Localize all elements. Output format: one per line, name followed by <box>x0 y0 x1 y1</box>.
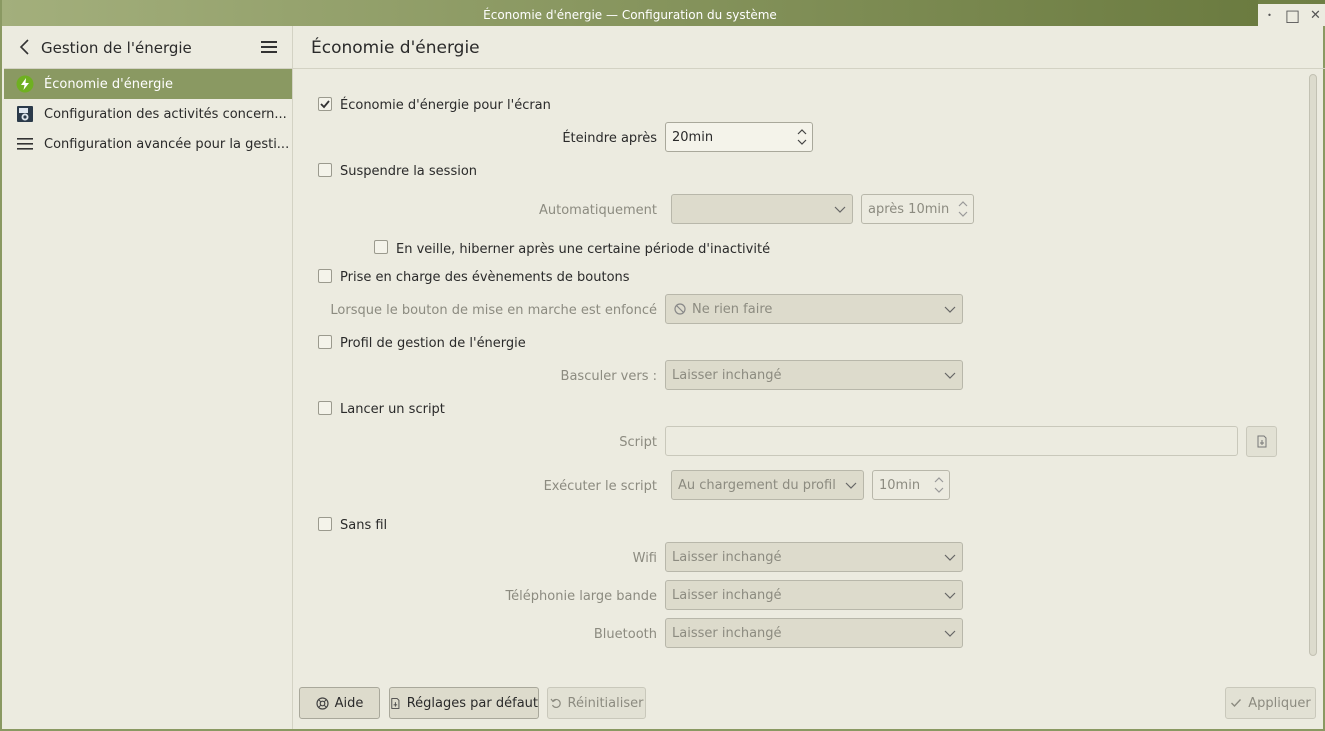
bluetooth-combo[interactable]: Laisser inchangé <box>665 618 963 648</box>
spin-arrows-icon[interactable] <box>957 198 969 220</box>
auto-combo[interactable] <box>671 194 853 224</box>
run-script-combo[interactable]: Au chargement du profil <box>671 470 864 500</box>
minimize-button[interactable]: • <box>1261 6 1279 24</box>
maximize-button[interactable]: □ <box>1284 6 1302 25</box>
run-script-label: Exécuter le script <box>543 479 657 494</box>
bluetooth-label: Bluetooth <box>593 627 657 642</box>
chevron-down-icon <box>944 630 956 637</box>
reset-button[interactable]: Réinitialiser <box>547 687 646 719</box>
sidebar-item-advanced[interactable]: Configuration avancée pour la gesti... <box>4 129 292 159</box>
switch-to-label: Basculer vers : <box>560 369 657 384</box>
activities-icon <box>17 106 33 122</box>
chevron-down-icon <box>944 306 956 313</box>
spin-arrows-icon[interactable] <box>796 126 808 148</box>
sidebar-item-label: Configuration avancée pour la gesti... <box>44 137 290 152</box>
off-after-value: 20min <box>672 130 714 145</box>
apply-button[interactable]: Appliquer <box>1225 687 1316 719</box>
script-path-input[interactable] <box>665 426 1238 456</box>
sidebar-item-activities[interactable]: Configuration des activités concern... <box>4 99 292 129</box>
sidebar: Gestion de l'énergie Économie d'énergie … <box>4 26 293 729</box>
close-button[interactable]: ✕ <box>1307 6 1325 24</box>
power-button-label: Lorsque le bouton de mise en marche est … <box>330 303 657 318</box>
profile-checkbox[interactable] <box>318 335 332 349</box>
wifi-value: Laisser inchangé <box>672 550 782 565</box>
check-icon <box>1231 699 1242 708</box>
suspend-after-spinbox[interactable]: après 10min <box>861 194 974 224</box>
chevron-down-icon <box>944 592 956 599</box>
page-title: Économie d'énergie <box>311 38 480 58</box>
suspend-label: Suspendre la session <box>340 164 478 179</box>
chevron-down-icon <box>944 554 956 561</box>
undo-icon <box>550 698 561 709</box>
check-icon <box>320 100 330 109</box>
hibernate-checkbox[interactable] <box>374 240 388 254</box>
chevron-down-icon <box>834 206 846 213</box>
mobile-broadband-label: Téléphonie large bande <box>505 589 657 604</box>
no-action-icon <box>674 303 686 315</box>
suspend-after-value: après 10min <box>868 202 950 217</box>
hibernate-label: En veille, hiberner après une certaine p… <box>396 242 771 257</box>
window: Économie d'énergie — Configuration du sy… <box>0 0 1325 731</box>
mobile-broadband-value: Laisser inchangé <box>672 588 782 603</box>
open-file-icon <box>1257 435 1266 448</box>
script-path-label: Script <box>619 435 657 450</box>
bluetooth-value: Laisser inchangé <box>672 626 782 641</box>
defaults-button[interactable]: Réglages par défaut <box>389 687 539 719</box>
button-events-checkbox[interactable] <box>318 269 332 283</box>
sidebar-header: Gestion de l'énergie <box>4 26 292 69</box>
power-button-value: Ne rien faire <box>692 302 773 317</box>
title-bar: Économie d'énergie — Configuration du sy… <box>2 0 1325 26</box>
run-after-value: 10min <box>879 478 921 493</box>
wireless-checkbox[interactable] <box>318 517 332 531</box>
spin-arrows-icon[interactable] <box>933 474 945 496</box>
off-after-label: Éteindre après <box>562 131 657 146</box>
reset-label: Réinitialiser <box>567 695 644 711</box>
help-button[interactable]: Aide <box>299 687 380 719</box>
power-button-combo[interactable]: Ne rien faire <box>665 294 963 324</box>
help-label: Aide <box>334 695 364 711</box>
switch-to-value: Laisser inchangé <box>672 368 782 383</box>
wifi-combo[interactable]: Laisser inchangé <box>665 542 963 572</box>
wireless-label: Sans fil <box>340 518 388 533</box>
document-icon <box>391 697 400 709</box>
screen-saving-checkbox[interactable] <box>318 97 332 111</box>
list-icon <box>17 138 33 150</box>
wifi-label: Wifi <box>632 551 657 566</box>
suspend-checkbox[interactable] <box>318 163 332 177</box>
window-title: Économie d'énergie — Configuration du sy… <box>483 8 777 22</box>
chevron-left-icon[interactable] <box>16 38 34 56</box>
profile-label: Profil de gestion de l'énergie <box>340 336 526 351</box>
vertical-scrollbar[interactable] <box>1309 74 1317 656</box>
screen-saving-label: Économie d'énergie pour l'écran <box>340 98 551 113</box>
sidebar-title: Gestion de l'énergie <box>41 39 192 57</box>
chevron-down-icon <box>944 372 956 379</box>
main-panel: Économie d'énergie Économie d'énergie po… <box>293 26 1325 729</box>
help-icon <box>316 696 329 710</box>
window-controls: • □ ✕ <box>1258 4 1325 26</box>
browse-script-button[interactable] <box>1246 426 1277 457</box>
sidebar-item-label: Économie d'énergie <box>44 77 173 92</box>
sidebar-item-label: Configuration des activités concern... <box>44 107 287 122</box>
button-events-label: Prise en charge des évènements de bouton… <box>340 270 630 285</box>
sidebar-item-power-saving[interactable]: Économie d'énergie <box>4 69 292 99</box>
defaults-label: Réglages par défaut <box>406 695 538 711</box>
mobile-broadband-combo[interactable]: Laisser inchangé <box>665 580 963 610</box>
hamburger-icon[interactable] <box>260 40 278 54</box>
chevron-down-icon <box>845 482 857 489</box>
power-saving-icon <box>16 75 34 93</box>
auto-label: Automatiquement <box>538 203 657 218</box>
off-after-spinbox[interactable]: 20min <box>665 122 813 152</box>
script-label: Lancer un script <box>340 402 445 417</box>
run-after-spinbox[interactable]: 10min <box>872 470 950 500</box>
apply-label: Appliquer <box>1248 695 1311 711</box>
script-checkbox[interactable] <box>318 401 332 415</box>
switch-to-combo[interactable]: Laisser inchangé <box>665 360 963 390</box>
main-header: Économie d'énergie <box>293 26 1325 69</box>
run-script-value: Au chargement du profil <box>678 478 836 493</box>
